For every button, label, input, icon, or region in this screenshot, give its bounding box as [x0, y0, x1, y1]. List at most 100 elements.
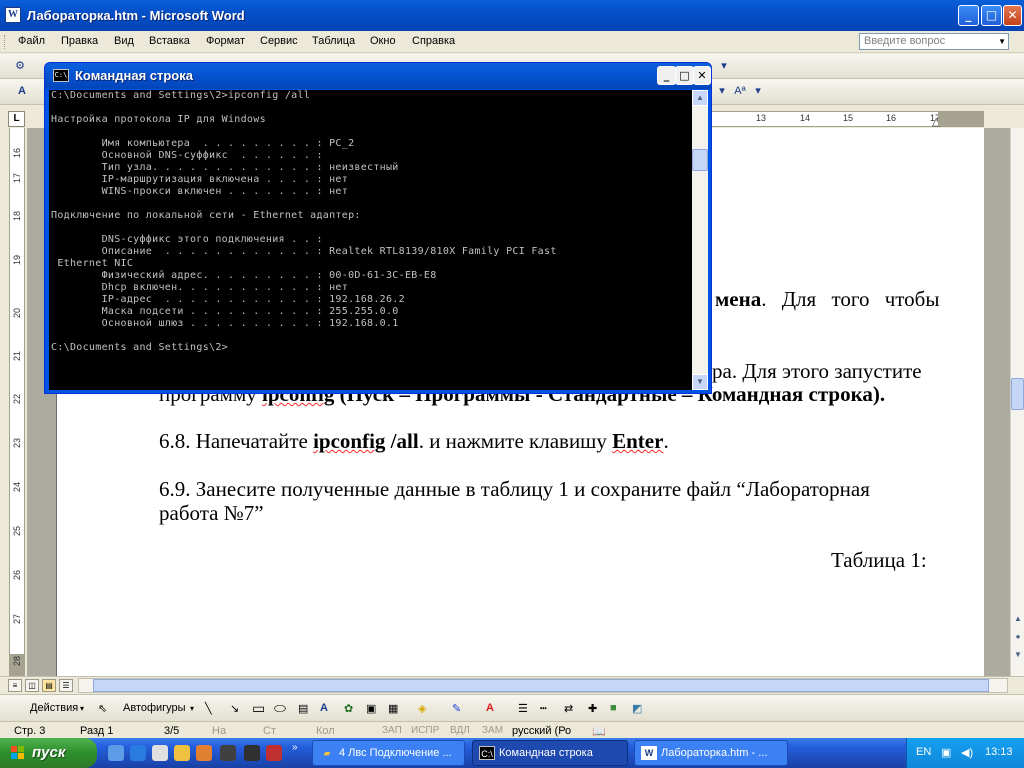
quicklaunch-overflow-icon[interactable]: » — [292, 742, 298, 753]
language-indicator[interactable]: EN — [916, 746, 931, 758]
shadow-icon[interactable]: ■ — [610, 702, 617, 714]
word-title-bar[interactable]: W Лабораторка.htm - Microsoft Word _ □ ✕ — [0, 0, 1024, 31]
doc-text-run: . Для того чтобы — [761, 287, 940, 311]
cmd-vertical-scrollbar[interactable]: ▲ ▼ — [692, 90, 708, 390]
word-app-icon[interactable]: W — [5, 7, 21, 23]
status-ext[interactable]: ВДЛ — [450, 725, 470, 736]
quicklaunch-folder-icon[interactable] — [174, 745, 190, 761]
normal-view-icon[interactable]: ≡ — [8, 679, 22, 692]
cmd-title-bar[interactable]: C:\ Командная строка _ □ ✕ — [45, 63, 711, 89]
vruler-number: 21 — [12, 350, 23, 362]
cmd-maximize-button[interactable]: □ — [675, 66, 694, 85]
paragraph-6-9-line-2: работа №7” — [159, 501, 264, 525]
menu-window[interactable]: Окно — [370, 35, 396, 47]
vertical-ruler[interactable]: 16 17 18 19 20 21 22 23 24 25 26 27 28 — [9, 128, 25, 676]
quicklaunch-app-icon[interactable] — [196, 745, 212, 761]
scroll-down-icon[interactable]: ▼ — [692, 374, 708, 390]
vertical-scrollbar[interactable]: ▲ ● ▼ — [1010, 128, 1024, 676]
line-style-icon[interactable]: ☰ — [518, 702, 528, 715]
diagram-icon[interactable]: ✿ — [344, 702, 353, 715]
menu-insert[interactable]: Вставка — [149, 35, 190, 47]
wordart-icon[interactable]: A — [320, 702, 328, 714]
menu-edit[interactable]: Правка — [61, 35, 98, 47]
web-view-icon[interactable]: ◫ — [25, 679, 39, 692]
font-scale-icon[interactable]: Aª — [730, 83, 750, 99]
select-objects-icon[interactable]: ⇖ — [98, 702, 107, 715]
actions-menu[interactable]: Действия — [30, 702, 78, 714]
cmd-scrollbar-thumb[interactable] — [692, 149, 708, 171]
start-button[interactable]: пуск — [0, 738, 97, 768]
line-icon[interactable]: ╲ — [205, 702, 212, 715]
clock[interactable]: 13:13 — [985, 746, 1013, 758]
menu-view[interactable]: Вид — [114, 35, 134, 47]
status-trk[interactable]: ИСПР — [411, 725, 439, 736]
status-ovr[interactable]: ЗАМ — [482, 725, 503, 736]
status-rec[interactable]: ЗАП — [382, 725, 402, 736]
arrow-icon[interactable]: ↘ — [230, 702, 239, 715]
textbox-icon[interactable]: ▤ — [298, 702, 308, 715]
previous-page-icon[interactable]: ▲ — [1012, 614, 1024, 628]
rectangle-icon[interactable]: ▭ — [252, 700, 265, 717]
fill-color-icon[interactable]: ◈ — [418, 702, 426, 715]
minimize-button[interactable]: _ — [958, 5, 979, 26]
oval-icon[interactable]: ⬭ — [274, 700, 286, 717]
doc-fragment-2: ра. Для этого запустите — [712, 359, 922, 383]
cmd-window-icon[interactable]: C:\ — [53, 69, 69, 82]
print-layout-icon[interactable]: ▤ — [42, 679, 56, 692]
font-color-icon[interactable]: A — [486, 702, 494, 714]
cmd-minimize-button[interactable]: _ — [657, 66, 676, 85]
shadow-style-icon[interactable]: ✚ — [588, 702, 597, 715]
taskbar: пуск » ▰ 4 Лвс Подключение ... C:\ Коман… — [0, 738, 1024, 768]
quicklaunch-app-icon[interactable] — [266, 745, 282, 761]
command-prompt-window[interactable]: C:\ Командная строка _ □ ✕ C:\Documents … — [44, 62, 712, 394]
dash-style-icon[interactable]: ┅ — [540, 702, 547, 715]
taskbar-item-network[interactable]: ▰ 4 Лвс Подключение ... — [312, 740, 465, 766]
tab-selector[interactable]: L — [8, 111, 25, 127]
menu-help[interactable]: Справка — [412, 35, 455, 47]
horizontal-scrollbar[interactable] — [78, 678, 1008, 693]
ask-question-input[interactable]: Введите вопрос ▼ — [859, 33, 1009, 50]
vruler-number: 20 — [12, 307, 23, 319]
menu-grip[interactable] — [4, 35, 7, 49]
chevron-down-icon[interactable]: ▾ — [80, 704, 84, 713]
cmd-close-button[interactable]: ✕ — [693, 66, 711, 85]
taskbar-item-word[interactable]: W Лабораторка.htm - ... — [634, 740, 788, 766]
quicklaunch-app-icon[interactable] — [244, 745, 260, 761]
quicklaunch-media-icon[interactable] — [152, 745, 168, 761]
scroll-up-icon[interactable]: ▲ — [692, 90, 708, 106]
window-title: Лабораторка.htm - Microsoft Word — [27, 8, 245, 23]
menu-format[interactable]: Формат — [206, 35, 245, 47]
chevron-down-icon[interactable]: ▾ — [190, 704, 194, 713]
chevron-down-icon[interactable]: ▼ — [998, 34, 1006, 49]
autoshapes-menu[interactable]: Автофигуры — [123, 702, 186, 714]
styles-icon[interactable]: A — [14, 83, 30, 99]
menu-table[interactable]: Таблица — [312, 35, 355, 47]
quicklaunch-ie-icon[interactable] — [130, 745, 146, 761]
doc-text-run: . — [663, 429, 669, 453]
cmd-console-output[interactable]: C:\Documents and Settings\2>ipconfig /al… — [49, 90, 692, 390]
line-color-icon[interactable]: ✎ — [452, 702, 461, 715]
spelling-status-icon[interactable]: 📖 — [592, 725, 606, 738]
maximize-button[interactable]: □ — [981, 5, 1002, 26]
menu-file[interactable]: Файл — [18, 35, 45, 47]
close-button[interactable]: ✕ — [1003, 5, 1022, 26]
menu-tools[interactable]: Сервис — [260, 35, 298, 47]
next-page-icon[interactable]: ▼ — [1012, 650, 1024, 664]
volume-tray-icon[interactable]: ◀) — [961, 746, 973, 759]
outline-view-icon[interactable]: ☰ — [59, 679, 73, 692]
network-tray-icon[interactable]: ▣ — [941, 746, 951, 759]
scrollbar-thumb[interactable] — [93, 679, 989, 692]
font-size-chevron-icon[interactable]: ▾ — [714, 83, 730, 99]
3d-style-icon[interactable]: ◩ — [632, 702, 642, 715]
picture-icon[interactable]: ▦ — [388, 702, 398, 715]
scrollbar-thumb[interactable] — [1011, 378, 1024, 410]
toolbar-overflow-icon-2[interactable]: ▾ — [750, 83, 766, 99]
clipart-icon[interactable]: ▣ — [366, 702, 376, 715]
quicklaunch-app-icon[interactable] — [220, 745, 236, 761]
select-browse-object-icon[interactable]: ● — [1012, 632, 1024, 646]
taskbar-item-cmd[interactable]: C:\ Командная строка — [472, 740, 628, 766]
toolbar-overflow-icon[interactable]: ▾ — [716, 58, 732, 74]
quicklaunch-word-icon[interactable] — [108, 745, 124, 761]
toolbar-options-icon[interactable]: ⚙ — [12, 58, 28, 74]
arrow-style-icon[interactable]: ⇄ — [564, 702, 573, 715]
